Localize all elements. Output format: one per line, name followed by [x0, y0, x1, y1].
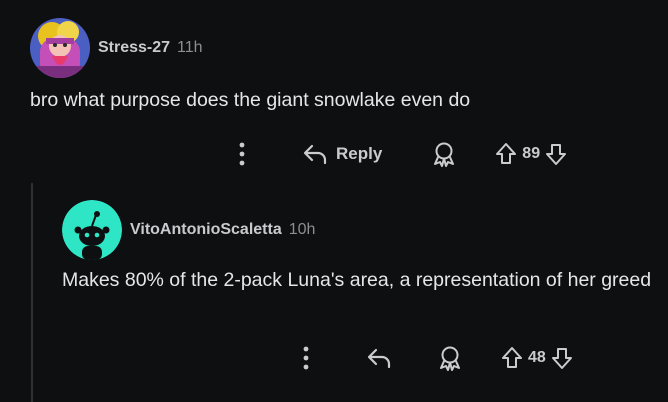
- avatar[interactable]: [30, 18, 90, 78]
- more-options-icon[interactable]: [296, 346, 316, 370]
- vote-score: 48: [528, 349, 546, 366]
- vote-score: 89: [522, 145, 541, 162]
- reply-arrow-icon: [366, 347, 392, 369]
- more-options-icon[interactable]: [232, 142, 252, 166]
- downvote-icon[interactable]: [544, 142, 568, 166]
- comment-body: Makes 80% of the 2-pack Luna's area, a r…: [62, 269, 652, 291]
- comment-thread: Stress-27 11h bro what purpose does the …: [0, 0, 668, 402]
- comment-actions: Reply 89: [232, 138, 568, 170]
- downvote-icon[interactable]: [550, 346, 574, 370]
- reply-arrow-icon: [302, 143, 328, 165]
- comment-header: VitoAntonioScaletta 10h: [62, 200, 315, 260]
- reply-label: Reply: [336, 144, 383, 163]
- upvote-icon[interactable]: [494, 142, 518, 166]
- default-snoo-avatar-icon: [62, 200, 122, 260]
- comment-actions: 48: [296, 342, 574, 374]
- comment-body: bro what purpose does the giant snowlake…: [30, 89, 471, 111]
- upvote-icon[interactable]: [500, 346, 524, 370]
- comment-author[interactable]: Stress-27: [98, 39, 170, 57]
- reply-button[interactable]: Reply: [302, 143, 382, 165]
- comment-timestamp: 11h: [177, 39, 203, 56]
- avatar[interactable]: [62, 200, 122, 260]
- stress-27-avatar-icon: [30, 18, 90, 78]
- comment-author[interactable]: VitoAntonioScaletta: [130, 221, 282, 239]
- award-icon[interactable]: [438, 345, 462, 371]
- comment-timestamp: 10h: [288, 221, 316, 238]
- comment-header: Stress-27 11h: [30, 18, 203, 78]
- reply-button[interactable]: [366, 347, 392, 369]
- award-icon[interactable]: [432, 141, 456, 167]
- thread-line[interactable]: [31, 183, 33, 402]
